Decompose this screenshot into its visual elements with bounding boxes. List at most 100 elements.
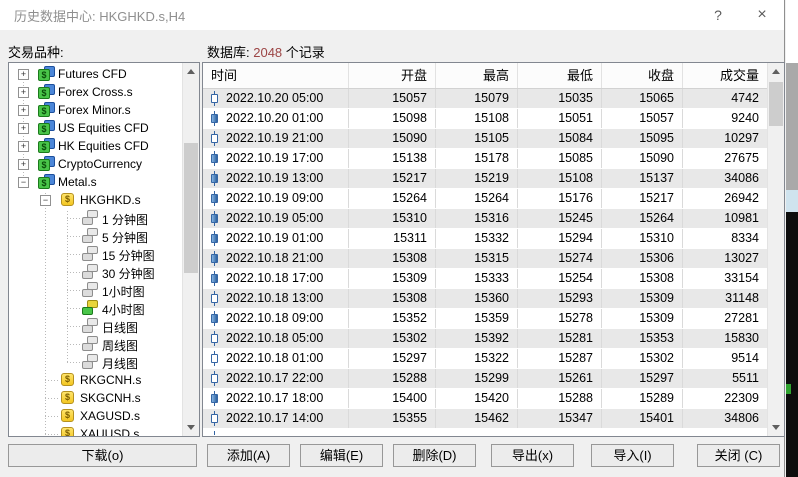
high-cell: 15108 [436, 109, 518, 128]
tree-connector-line [67, 344, 81, 345]
tree-item[interactable]: $RKGCNH.s [9, 371, 182, 389]
tree-item[interactable]: $SKGCNH.s [9, 389, 182, 407]
collapse-icon[interactable]: − [18, 177, 29, 188]
symbol-icon: $ [60, 426, 77, 436]
expand-icon[interactable]: + [18, 105, 29, 116]
tree-item-label: 周线图 [102, 337, 138, 354]
high-cell: 15322 [436, 349, 518, 368]
table-scrollbar-thumb[interactable] [769, 82, 783, 126]
table-row[interactable]: 2022.10.19 05:00153101531615245152641098… [203, 209, 767, 229]
column-header-high: 最高 [436, 63, 518, 88]
scroll-down-arrow-icon[interactable] [183, 419, 199, 436]
tree-connector-line [67, 254, 81, 255]
table-scrollbar[interactable] [767, 63, 784, 436]
timeframe-icon [82, 336, 99, 351]
candle-down-icon [210, 251, 219, 266]
table-row[interactable]: 2022.10.20 05:00150571507915035150654742 [203, 89, 767, 109]
low-cell: 15261 [518, 369, 602, 388]
close-window-button[interactable]: × [740, 0, 784, 30]
high-cell: 15359 [436, 309, 518, 328]
high-cell: 15392 [436, 329, 518, 348]
tree-scrollbar[interactable] [182, 63, 199, 436]
export-button[interactable]: 导出(x) [491, 444, 574, 467]
expand-icon[interactable]: + [18, 87, 29, 98]
download-button[interactable]: 下载(o) [8, 444, 197, 467]
column-header-open: 开盘 [349, 63, 436, 88]
table-row-partial[interactable] [203, 429, 767, 435]
import-button[interactable]: 导入(I) [591, 444, 674, 467]
scroll-up-arrow-icon[interactable] [768, 63, 784, 80]
table-row[interactable]: 2022.10.19 21:00150901510515084150951029… [203, 129, 767, 149]
table-row[interactable]: 2022.10.19 01:00153111533215294153108334 [203, 229, 767, 249]
market-group-icon: $ [38, 66, 55, 81]
open-cell: 15138 [349, 149, 436, 168]
table-row[interactable]: 2022.10.17 14:00153551546215347154013480… [203, 409, 767, 429]
tree-item[interactable]: +$Forex Minor.s [9, 101, 182, 119]
table-row[interactable]: 2022.10.18 17:00153091533315254153083315… [203, 269, 767, 289]
tree-item[interactable]: + $Futures CFD [9, 65, 182, 83]
tree-item[interactable]: 15 分钟图 [9, 245, 182, 263]
tree-scrollbar-thumb[interactable] [184, 143, 198, 273]
expand-icon[interactable]: + [18, 123, 29, 134]
tree-item[interactable]: +$US Equities CFD [9, 119, 182, 137]
tree-item[interactable]: +$HK Equities CFD [9, 137, 182, 155]
table-row[interactable]: 2022.10.19 09:00152641526415176152172694… [203, 189, 767, 209]
time-cell: 2022.10.17 22:00 [203, 369, 349, 388]
tree-item-label: 月线图 [102, 355, 138, 372]
expand-icon[interactable]: + [18, 69, 29, 80]
tree-item[interactable]: 月线图 [9, 353, 182, 371]
tree-item[interactable]: +$Forex Cross.s [9, 83, 182, 101]
tree-item-label: 日线图 [102, 319, 138, 336]
close-cell: 15137 [602, 169, 683, 188]
expand-icon[interactable]: + [18, 159, 29, 170]
close-button[interactable]: 关闭 (C) [697, 444, 780, 467]
close-cell: 15289 [602, 389, 683, 408]
table-row[interactable]: 2022.10.18 05:00153021539215281153531583… [203, 329, 767, 349]
history-data-center-dialog: 历史数据中心: HKGHKD.s,H4 ? × 交易品种: 数据库: 2048 … [0, 0, 785, 477]
add-button[interactable]: 添加(A) [207, 444, 290, 467]
time-cell: 2022.10.19 13:00 [203, 169, 349, 188]
delete-button[interactable]: 删除(D) [393, 444, 476, 467]
tree-item-label: HKGHKD.s [80, 193, 141, 207]
table-row[interactable]: 2022.10.19 13:00152171521915108151373408… [203, 169, 767, 189]
table-row[interactable]: 2022.10.17 18:00154001542015288152892230… [203, 389, 767, 409]
expand-icon[interactable]: + [18, 141, 29, 152]
high-cell: 15315 [436, 249, 518, 268]
edit-button[interactable]: 编辑(E) [300, 444, 383, 467]
time-value: 2022.10.19 21:00 [226, 129, 323, 148]
volume-cell: 10981 [683, 209, 767, 228]
tree-item[interactable]: 4小时图 [9, 299, 182, 317]
tree-item-label: Futures CFD [58, 67, 127, 81]
table-row[interactable]: 2022.10.18 01:00152971532215287153029514 [203, 349, 767, 369]
tree-item[interactable]: $XAUUSD.s [9, 425, 182, 436]
titlebar[interactable]: 历史数据中心: HKGHKD.s,H4 ? × [0, 0, 784, 30]
table-row[interactable]: 2022.10.20 01:00150981510815051150579240 [203, 109, 767, 129]
help-button[interactable]: ? [696, 0, 740, 30]
table-row[interactable]: 2022.10.19 17:00151381517815085150902767… [203, 149, 767, 169]
table-row[interactable]: 2022.10.17 22:00152881529915261152975511 [203, 369, 767, 389]
tree-item[interactable]: 周线图 [9, 335, 182, 353]
tree-item[interactable]: 1 分钟图 [9, 209, 182, 227]
tree-item[interactable]: $XAGUSD.s [9, 407, 182, 425]
scroll-down-arrow-icon[interactable] [768, 419, 784, 436]
candle-down-icon [210, 111, 219, 126]
table-row[interactable]: 2022.10.18 21:00153081531515274153061302… [203, 249, 767, 269]
database-label-prefix: 数据库: [207, 45, 253, 60]
tree-item[interactable]: 5 分钟图 [9, 227, 182, 245]
tree-item[interactable]: 日线图 [9, 317, 182, 335]
symbols-tree-items: +$Futures CFD+$Forex Cross.s+$Forex Mino… [9, 65, 182, 436]
collapse-icon[interactable]: − [40, 195, 51, 206]
tree-item[interactable]: −$Metal.s [9, 173, 182, 191]
table-row[interactable]: 2022.10.18 13:00153081536015293153093114… [203, 289, 767, 309]
table-row[interactable]: 2022.10.18 09:00153521535915278153092728… [203, 309, 767, 329]
time-cell: 2022.10.18 17:00 [203, 269, 349, 288]
background-chart-mark [786, 384, 791, 394]
tree-item[interactable]: 1小时图 [9, 281, 182, 299]
tree-item[interactable]: +$CryptoCurrency [9, 155, 182, 173]
tree-item[interactable]: 30 分钟图 [9, 263, 182, 281]
volume-cell: 34806 [683, 409, 767, 428]
time-value: 2022.10.19 01:00 [226, 229, 323, 248]
scroll-up-arrow-icon[interactable] [183, 63, 199, 80]
tree-item[interactable]: −$HKGHKD.s [9, 191, 182, 209]
volume-cell: 8334 [683, 229, 767, 248]
